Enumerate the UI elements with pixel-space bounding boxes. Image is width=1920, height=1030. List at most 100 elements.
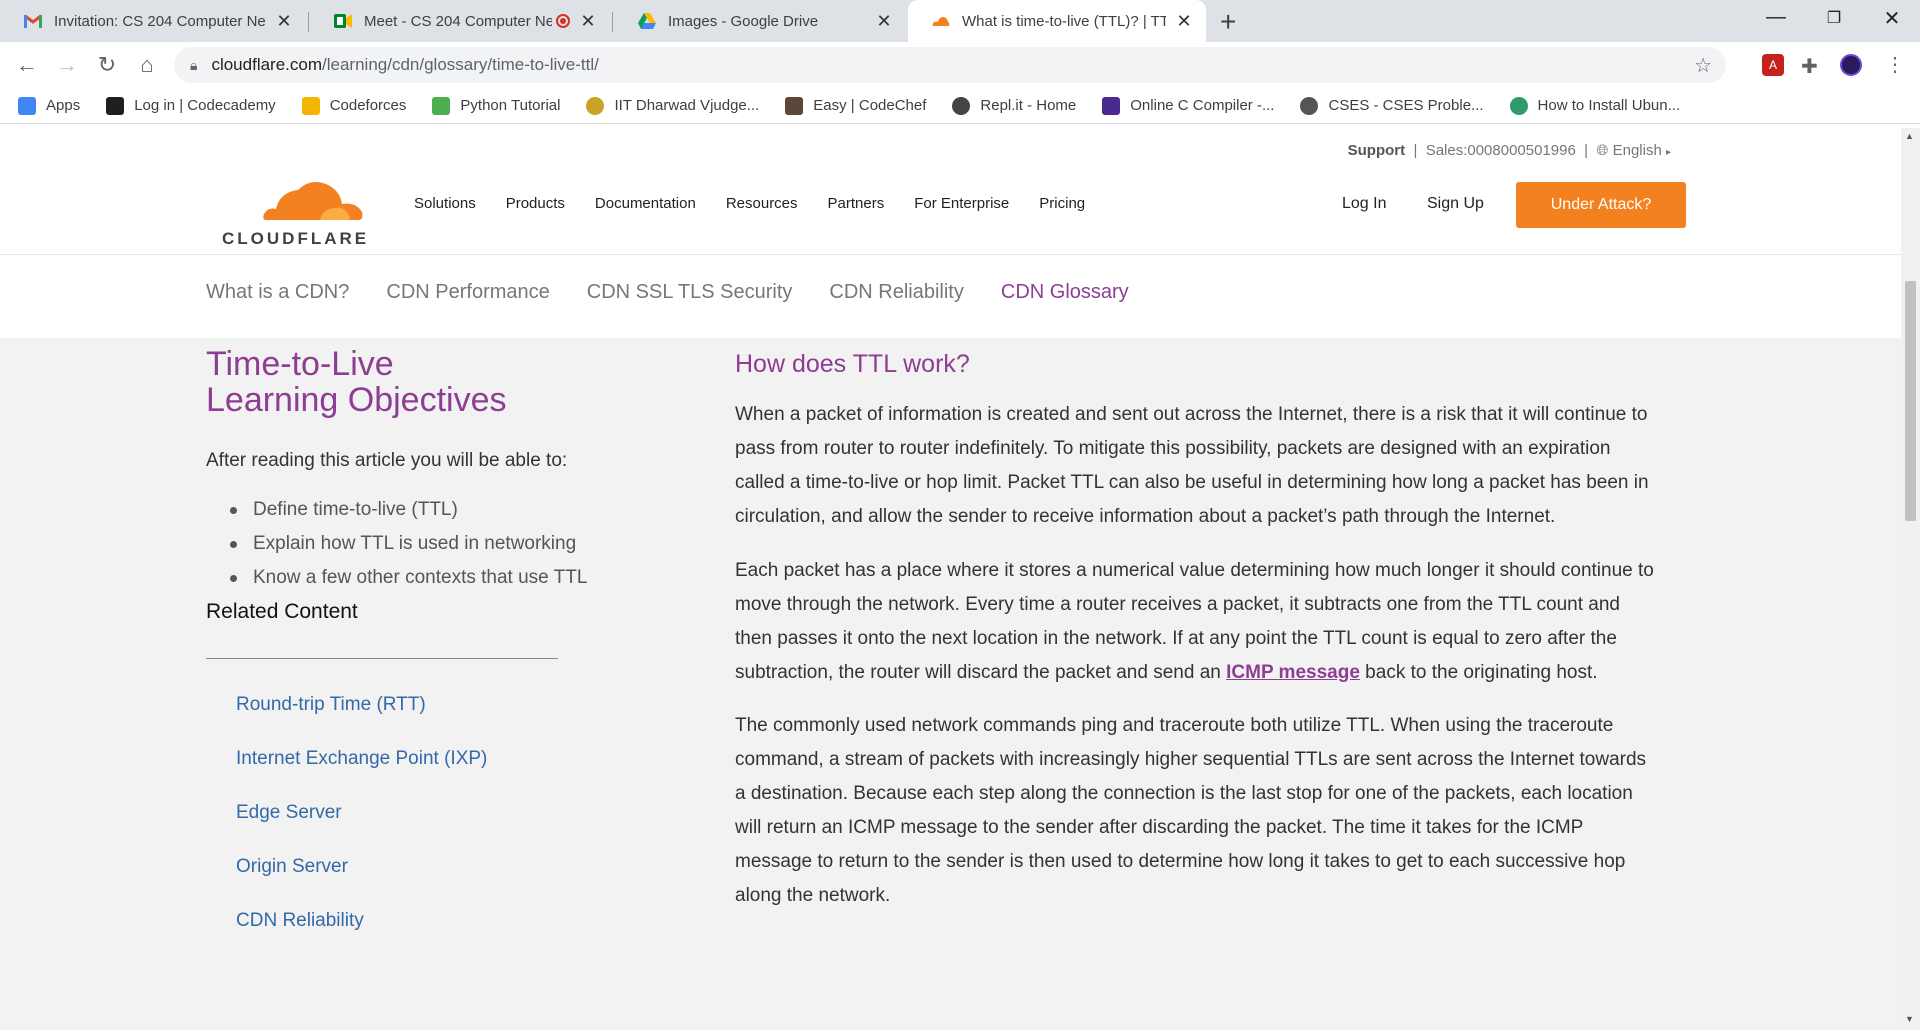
sales-phone[interactable]: Sales:0008000501996 <box>1426 142 1576 159</box>
bookmark-install-ubuntu[interactable]: How to Install Ubun... <box>1509 96 1680 115</box>
scrollbar-thumb[interactable] <box>1905 281 1916 521</box>
language-selector[interactable]: English <box>1613 142 1662 159</box>
bookmark-label: Repl.it - Home <box>980 97 1077 114</box>
signup-link[interactable]: Sign Up <box>1427 195 1484 213</box>
online-compiler-icon <box>1102 96 1121 115</box>
divider: | <box>1580 142 1593 159</box>
bookmark-label: Log in | Codecademy <box>134 97 276 114</box>
extensions-puzzle-icon[interactable]: ✚ <box>1801 54 1823 78</box>
bookmarks-bar: Apps Log in | Codecademy Codeforces Pyth… <box>0 88 1920 124</box>
scroll-down-icon[interactable]: ▼ <box>1905 1014 1914 1024</box>
back-icon[interactable]: ← <box>12 52 42 78</box>
tab-separator <box>612 12 613 32</box>
nav-for-enterprise[interactable]: For Enterprise <box>914 195 1009 212</box>
login-link[interactable]: Log In <box>1342 195 1386 213</box>
utility-bar: Support | Sales:0008000501996 | 🌐︎ Engli… <box>1348 142 1671 159</box>
bookmark-python-tutorial[interactable]: Python Tutorial <box>432 96 560 115</box>
subnav-cdn-glossary[interactable]: CDN Glossary <box>1001 281 1129 304</box>
tab-drive[interactable]: Images - Google Drive ✕ <box>614 0 906 42</box>
reload-icon[interactable]: ↻ <box>92 52 122 78</box>
replit-icon <box>952 96 971 115</box>
nav-documentation[interactable]: Documentation <box>595 195 696 212</box>
tab-title: Meet - CS 204 Computer Net <box>364 12 552 30</box>
profile-avatar[interactable] <box>1840 54 1862 76</box>
page-scrollbar[interactable]: ▲ ▼ <box>1901 128 1920 1030</box>
window-close-icon[interactable]: ✕ <box>1872 6 1912 31</box>
bookmark-apps[interactable]: Apps <box>18 96 81 115</box>
paragraph: Each packet has a place where it stores … <box>735 554 1655 690</box>
subnav-what-is-cdn[interactable]: What is a CDN? <box>206 281 349 304</box>
globe-icon: 🌐︎ <box>1596 142 1609 159</box>
bookmark-online-c-compiler[interactable]: Online C Compiler -... <box>1102 96 1274 115</box>
related-link-cdn-reliability[interactable]: CDN Reliability <box>236 894 487 948</box>
menu-kebab-icon[interactable]: ⋮ <box>1880 52 1910 77</box>
paragraph: The commonly used network commands ping … <box>735 715 1647 906</box>
divider: | <box>1409 142 1422 159</box>
apps-grid-icon <box>18 96 36 115</box>
nav-solutions[interactable]: Solutions <box>414 195 476 212</box>
related-content-list: Round-trip Time (RTT) Internet Exchange … <box>236 678 487 948</box>
main-nav: Solutions Products Documentation Resourc… <box>414 195 1115 212</box>
bookmark-codecademy[interactable]: Log in | Codecademy <box>106 96 276 115</box>
subnav-cdn-ssl-tls-security[interactable]: CDN SSL TLS Security <box>587 281 793 304</box>
bookmark-codechef[interactable]: Easy | CodeChef <box>785 96 927 115</box>
bookmark-label: Apps <box>46 97 81 114</box>
tab-strip: Invitation: CS 204 Computer Netw ✕ Meet … <box>0 0 1920 42</box>
gear-icon <box>1509 96 1528 115</box>
address-bar-row: ← → ↻ ⌂ 🔒︎ cloudflare.com/learning/cdn/g… <box>0 42 1920 88</box>
related-link-rtt[interactable]: Round-trip Time (RTT) <box>236 678 487 732</box>
bookmark-replit[interactable]: Repl.it - Home <box>952 96 1077 115</box>
under-attack-button[interactable]: Under Attack? <box>1516 182 1686 228</box>
globe-icon <box>1300 96 1319 115</box>
nav-pricing[interactable]: Pricing <box>1039 195 1085 212</box>
nav-resources[interactable]: Resources <box>726 195 798 212</box>
url-text[interactable]: cloudflare.com/learning/cdn/glossary/tim… <box>211 55 598 75</box>
related-link-edge-server[interactable]: Edge Server <box>236 786 487 840</box>
related-link-ixp[interactable]: Internet Exchange Point (IXP) <box>236 732 487 786</box>
subnav-cdn-performance[interactable]: CDN Performance <box>386 281 549 304</box>
tab-meet[interactable]: Meet - CS 204 Computer Net ✕ <box>310 0 610 42</box>
support-link[interactable]: Support <box>1348 142 1406 159</box>
related-link-origin-server[interactable]: Origin Server <box>236 840 487 894</box>
codecademy-icon <box>106 96 125 115</box>
paragraph: When a packet of information is created … <box>735 404 1649 527</box>
cloudflare-logo[interactable]: CLOUDFLARE <box>222 176 410 249</box>
bookmark-label: Easy | CodeChef <box>813 97 927 114</box>
paragraph-text: back to the originating host. <box>1359 662 1598 683</box>
bookmark-label: CSES - CSES Proble... <box>1328 97 1484 114</box>
tab-cloudflare[interactable]: What is time-to-live (TTL)? | TTL d ✕ <box>908 0 1206 42</box>
list-item: Define time-to-live (TTL) <box>230 493 587 527</box>
subnav-cdn-reliability[interactable]: CDN Reliability <box>829 281 963 304</box>
meet-icon <box>334 12 352 30</box>
related-content-heading: Related Content <box>206 600 358 623</box>
url-path: /learning/cdn/glossary/time-to-live-ttl/ <box>322 55 599 74</box>
close-icon[interactable]: ✕ <box>274 11 294 32</box>
bookmark-cses[interactable]: CSES - CSES Proble... <box>1300 96 1484 115</box>
forward-icon[interactable]: → <box>52 52 82 78</box>
learning-subnav: What is a CDN? CDN Performance CDN SSL T… <box>0 254 1901 338</box>
nav-partners[interactable]: Partners <box>828 195 885 212</box>
nav-products[interactable]: Products <box>506 195 565 212</box>
tab-gmail[interactable]: Invitation: CS 204 Computer Netw ✕ <box>0 0 306 42</box>
omnibox[interactable]: 🔒︎ cloudflare.com/learning/cdn/glossary/… <box>174 47 1726 83</box>
learning-objectives-title: Time-to-Live Learning Objectives <box>206 346 507 418</box>
python-tutorial-icon <box>432 96 451 115</box>
new-tab-button[interactable]: + <box>1220 6 1236 38</box>
close-icon[interactable]: ✕ <box>874 11 894 32</box>
close-icon[interactable]: ✕ <box>1174 11 1194 32</box>
title-line: Time-to-Live <box>206 345 394 383</box>
logo-wordmark: CLOUDFLARE <box>222 229 370 248</box>
bookmark-vjudge[interactable]: IIT Dharwad Vjudge... <box>586 96 759 115</box>
recording-icon <box>556 14 570 28</box>
restore-icon[interactable]: ❐ <box>1814 8 1854 28</box>
close-icon[interactable]: ✕ <box>578 11 598 32</box>
icmp-message-link[interactable]: ICMP message <box>1226 662 1360 683</box>
article-content: Time-to-Live Learning Objectives After r… <box>0 338 1901 1030</box>
lock-icon: 🔒︎ <box>190 56 198 73</box>
home-icon[interactable]: ⌂ <box>132 52 162 78</box>
scroll-up-icon[interactable]: ▲ <box>1905 131 1914 141</box>
pdf-extension-icon[interactable]: A <box>1762 54 1784 76</box>
minimize-icon[interactable]: — <box>1756 6 1796 29</box>
bookmark-star-icon[interactable]: ☆ <box>1694 53 1712 78</box>
bookmark-codeforces[interactable]: Codeforces <box>301 96 406 115</box>
